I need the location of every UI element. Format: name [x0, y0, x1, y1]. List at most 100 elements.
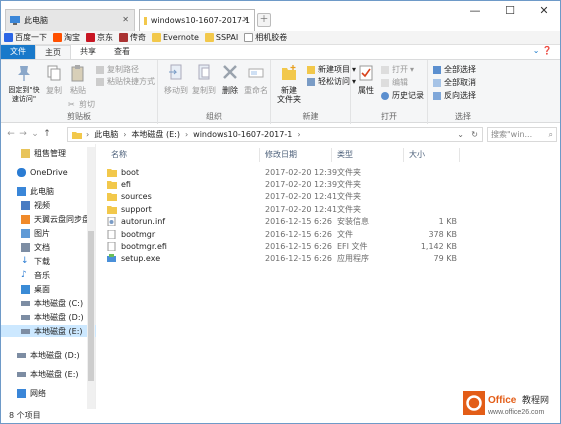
breadcrumb-drive-e[interactable]: 本地磁盘 (E:): [131, 129, 180, 140]
organize-group-label: 组织: [206, 112, 222, 121]
easy-access-icon: [307, 78, 315, 86]
nav-label: 桌面: [34, 284, 50, 294]
new-item-button[interactable]: 新建项目 ▾: [307, 65, 356, 75]
nav-item-pictures[interactable]: 图片: [1, 227, 96, 239]
nav-label: 租售管理: [34, 148, 66, 158]
breadcrumb-this-pc[interactable]: 此电脑: [94, 129, 118, 140]
easy-access-button[interactable]: 轻松访问 ▾: [307, 77, 356, 87]
column-size[interactable]: 大小: [409, 149, 425, 161]
tab-home[interactable]: 主页: [35, 45, 71, 59]
nav-item-onedrive[interactable]: OneDrive: [1, 166, 96, 178]
table-row[interactable]: boot 2017-02-20 12:39 文件夹: [107, 166, 547, 178]
favorite-sspai[interactable]: SSPAI: [204, 33, 238, 42]
folder-icon: [107, 180, 117, 189]
minimize-button[interactable]: —: [458, 1, 492, 23]
refresh-icon[interactable]: ↻: [471, 130, 478, 139]
nav-item-downloads[interactable]: ↓ 下载: [1, 255, 96, 267]
svg-text:教程网: 教程网: [522, 394, 549, 406]
nav-item-tianyi[interactable]: 天翼云盘同步盘: [1, 213, 96, 225]
properties-button[interactable]: 属性: [355, 64, 377, 95]
drive-icon: [21, 328, 30, 334]
nav-item-drive-d-root[interactable]: 本地磁盘 (D:): [1, 349, 96, 361]
copy-button[interactable]: 复制: [43, 64, 65, 95]
select-none-button[interactable]: 全部取消: [433, 78, 476, 88]
nav-item-drive-e-root[interactable]: 本地磁盘 (E:): [1, 368, 96, 380]
nav-item-drive-e-selected[interactable]: 本地磁盘 (E:): [1, 325, 96, 337]
invert-selection-button[interactable]: 反向选择: [433, 91, 476, 101]
paste-button[interactable]: 粘贴: [67, 64, 89, 95]
search-input[interactable]: 搜索"win... ⌕: [487, 127, 557, 142]
address-bar[interactable]: › 此电脑 › 本地磁盘 (E:) › windows10-1607-2017-…: [67, 127, 483, 142]
table-row[interactable]: autorun.inf 2016-12-15 6:26 安装信息 1 KB: [107, 216, 547, 228]
move-to-button[interactable]: 移动到: [162, 64, 190, 95]
nav-item-drive-d[interactable]: 本地磁盘 (D:): [1, 311, 96, 323]
tab-file[interactable]: 文件: [1, 45, 35, 59]
breadcrumb-current-folder[interactable]: windows10-1607-2017-1: [193, 130, 292, 139]
maximize-button[interactable]: ☐: [493, 1, 527, 23]
tab-this-pc[interactable]: 此电脑 ✕: [5, 9, 135, 31]
favorite-camera-roll[interactable]: 相机胶卷: [244, 32, 287, 43]
file-date: 2017-02-20 12:39: [265, 167, 338, 177]
nav-item-videos[interactable]: 视频: [1, 199, 96, 211]
tab-windows10-folder[interactable]: windows10-1607-2017-1 ✕: [139, 9, 255, 31]
column-divider[interactable]: [459, 148, 460, 162]
new-folder-button[interactable]: 新建 文件夹: [274, 64, 304, 104]
recent-dropdown-icon[interactable]: ⌄: [29, 129, 41, 139]
nav-item-network[interactable]: 网络: [1, 387, 96, 399]
copy-path-button[interactable]: 复制路径: [96, 65, 139, 75]
column-divider[interactable]: [403, 148, 404, 162]
paste-shortcut-icon: [96, 78, 104, 86]
table-row[interactable]: bootmgr 2016-12-15 6:26 文件 378 KB: [107, 228, 547, 240]
column-divider[interactable]: [331, 148, 332, 162]
column-date[interactable]: 修改日期: [265, 149, 297, 161]
paste-shortcut-button[interactable]: 粘贴快捷方式: [96, 77, 155, 87]
help-icon[interactable]: ⌄ ❓: [533, 46, 552, 55]
nav-item-this-pc[interactable]: 此电脑: [1, 185, 96, 197]
nav-item-music[interactable]: ♪ 音乐: [1, 269, 96, 281]
copy-to-button[interactable]: 复制到: [190, 64, 218, 95]
favorite-jd[interactable]: 京东: [86, 32, 113, 43]
close-icon[interactable]: ✕: [242, 15, 249, 24]
table-row[interactable]: bootmgr.efi 2016-12-15 6:26 EFI 文件 1,142 KB: [107, 240, 547, 252]
delete-button[interactable]: 删除: [218, 64, 242, 95]
nav-item-rental[interactable]: 租售管理: [1, 147, 96, 159]
nav-label: OneDrive: [30, 167, 68, 177]
open-button[interactable]: 打开 ▾: [381, 65, 414, 75]
favorite-taobao[interactable]: 淘宝: [53, 32, 80, 43]
file-type: EFI 文件: [337, 241, 368, 251]
table-row[interactable]: efi 2017-02-20 12:39 文件夹: [107, 178, 547, 190]
favorite-label: 百度一下: [15, 33, 47, 42]
table-row[interactable]: setup.exe 2016-12-15 6:26 应用程序 79 KB: [107, 253, 547, 265]
chevron-down-icon[interactable]: ⌄: [457, 130, 464, 139]
close-icon[interactable]: ✕: [122, 15, 129, 24]
tab-share[interactable]: 共享: [71, 45, 105, 59]
favorite-chuanqi[interactable]: 传奇: [119, 32, 146, 43]
nav-item-drive-c[interactable]: 本地磁盘 (C:): [1, 297, 96, 309]
forward-icon[interactable]: →: [17, 129, 29, 139]
new-tab-button[interactable]: ＋: [257, 13, 271, 27]
favorite-baidu[interactable]: 百度一下: [4, 32, 47, 43]
file-date: 2016-12-15 6:26: [265, 241, 332, 251]
back-icon[interactable]: ←: [5, 129, 17, 139]
column-type[interactable]: 类型: [337, 149, 353, 161]
column-divider[interactable]: [259, 148, 260, 162]
nav-item-documents[interactable]: 文档: [1, 241, 96, 253]
table-row[interactable]: support 2017-02-20 12:41 文件夹: [107, 203, 547, 215]
column-name[interactable]: 名称: [111, 149, 127, 161]
nav-item-desktop[interactable]: 桌面: [1, 283, 96, 295]
table-row[interactable]: sources 2017-02-20 12:41 文件夹: [107, 191, 547, 203]
select-all-button[interactable]: 全部选择: [433, 65, 476, 75]
cut-button[interactable]: ✂ 剪切: [68, 100, 95, 110]
up-icon[interactable]: ↑: [41, 129, 53, 139]
close-button[interactable]: ✕: [527, 1, 560, 23]
nav-scrollbar[interactable]: [87, 147, 95, 409]
pin-quick-access-button[interactable]: 固定到"快速访问": [5, 64, 43, 104]
favorite-evernote[interactable]: Evernote: [152, 33, 199, 42]
rename-button[interactable]: 重命名: [242, 64, 270, 95]
item-count: 8 个项目: [9, 411, 41, 420]
edit-button[interactable]: 编辑: [381, 78, 408, 88]
history-button[interactable]: 历史记录: [381, 91, 424, 101]
chuanqi-icon: [119, 33, 128, 42]
tab-view[interactable]: 查看: [105, 45, 139, 59]
scrollbar-thumb[interactable]: [88, 231, 94, 381]
